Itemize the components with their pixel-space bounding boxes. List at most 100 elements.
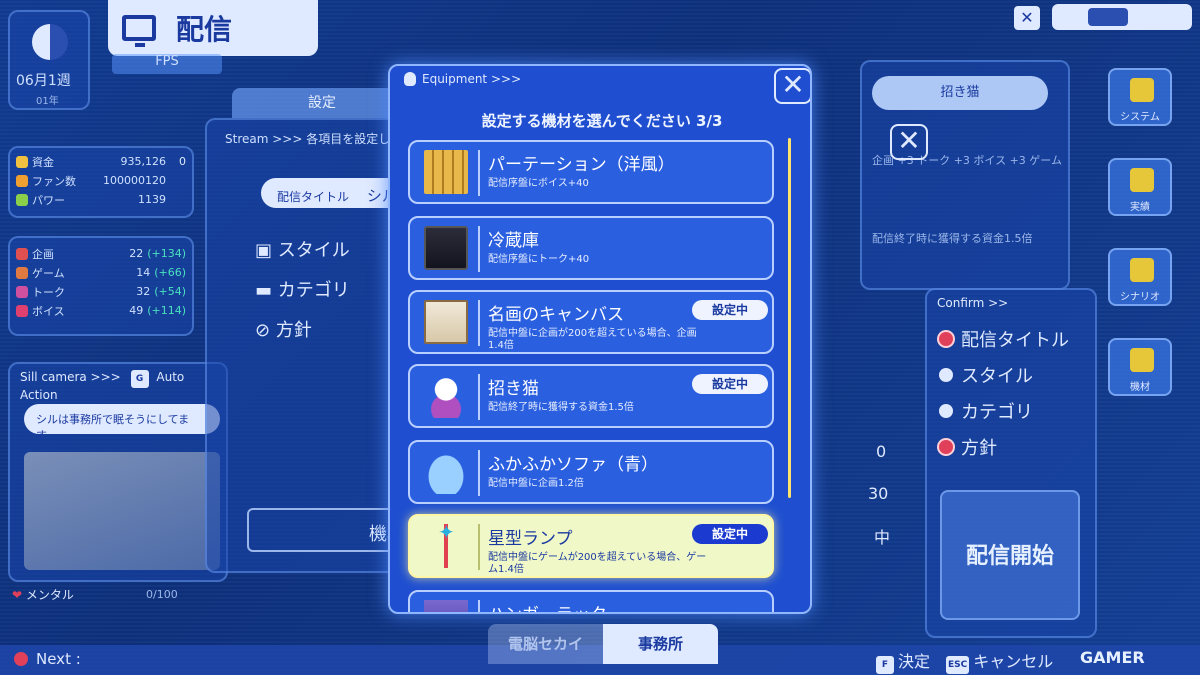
tab-settings[interactable]: 設定 bbox=[232, 88, 412, 118]
location-tabs: 電脳セカイ 事務所 bbox=[488, 624, 718, 664]
equipped-badge: 設定中 bbox=[692, 524, 768, 544]
power-value: 30 bbox=[868, 484, 889, 503]
equipment-side-button[interactable]: 機材 bbox=[1108, 338, 1172, 396]
broadcast-header: 配信 bbox=[108, 0, 318, 56]
param-label: トーク bbox=[32, 285, 65, 299]
item-name: 星型ランプ bbox=[488, 529, 573, 549]
stat-value: 100000120 bbox=[103, 174, 166, 187]
item-desc: 配信中盤に企画が200を超えている場合、企画1.4倍 bbox=[488, 328, 697, 351]
stat-label: パワー bbox=[32, 193, 65, 207]
equipment-item[interactable]: ふかふかソファ（青） 配信中盤に企画1.2倍 bbox=[408, 440, 774, 504]
param-row: 企画 22 (+134) bbox=[10, 244, 192, 263]
equipment-item[interactable]: 冷蔵庫 配信序盤にトーク+40 bbox=[408, 216, 774, 280]
detail-desc: 配信終了時に獲得する資金1.5倍 bbox=[872, 232, 1033, 245]
param-plus: (+54) bbox=[154, 285, 186, 298]
stat-extra: 0 bbox=[179, 155, 186, 168]
close-detail-button[interactable]: ✕ bbox=[890, 124, 928, 160]
mental-value: 0/100 bbox=[146, 588, 178, 601]
item-name: ハンガーラック bbox=[488, 600, 607, 612]
confirm-item: 配信タイトル bbox=[939, 326, 1083, 352]
item-name: 冷蔵庫 bbox=[488, 231, 539, 251]
confirm-item: カテゴリ bbox=[939, 398, 1083, 424]
tab-office[interactable]: 事務所 bbox=[603, 624, 718, 664]
param-value: 32 bbox=[136, 285, 151, 298]
fridge-icon bbox=[424, 226, 468, 270]
hanger-icon bbox=[424, 600, 468, 612]
confirm-hint[interactable]: F 決定 bbox=[876, 648, 930, 674]
star-lamp-icon bbox=[424, 520, 468, 568]
equipment-item[interactable]: パーテーション（洋風） 配信序盤にボイス+40 bbox=[408, 140, 774, 204]
watermark-logo: GAMER bbox=[1080, 648, 1145, 667]
item-desc: 配信中盤にゲームが200を超えている場合、ゲーム1.4倍 bbox=[488, 552, 707, 575]
selected-equipment-pill: 招き猫 bbox=[872, 76, 1048, 110]
pause-icon bbox=[1088, 8, 1128, 26]
param-row: ボイス 49 (+114) bbox=[10, 301, 192, 320]
stat-row: 資金 935,126 0 bbox=[10, 152, 192, 171]
fps-label: FPS bbox=[112, 54, 222, 74]
param-value: 22 bbox=[129, 247, 144, 260]
parameters-panel: 企画 22 (+134) ゲーム 14 (+66) トーク 32 (+54) ボ… bbox=[8, 236, 194, 336]
modal-header: Equipment >>> bbox=[404, 72, 521, 86]
voice-icon bbox=[16, 304, 28, 317]
category-option[interactable]: ▬ カテゴリ bbox=[255, 276, 350, 302]
equipment-item[interactable]: 招き猫 配信終了時に獲得する資金1.5倍 設定中 bbox=[408, 364, 774, 428]
equipment-item-selected[interactable]: 星型ランプ 配信中盤にゲームが200を超えている場合、ゲーム1.4倍 設定中 bbox=[408, 514, 774, 578]
check-dot-icon bbox=[939, 404, 953, 418]
camera-panel: Sill camera >>> G Auto Action シルは事務所で眠そう… bbox=[8, 362, 228, 582]
partition-icon bbox=[424, 150, 468, 194]
param-plus: (+114) bbox=[147, 304, 186, 317]
power-icon bbox=[16, 193, 28, 206]
item-desc: 配信中盤に企画1.2倍 bbox=[488, 478, 584, 489]
week-label: 06月1週 bbox=[16, 73, 71, 89]
param-value: 49 bbox=[129, 304, 144, 317]
fund-value: 0 bbox=[876, 442, 887, 461]
confirm-header: Confirm >> bbox=[937, 296, 1009, 310]
alert-dot-icon bbox=[14, 652, 28, 666]
item-name: ふかふかソファ（青） bbox=[488, 455, 658, 475]
stat-row: パワー 1139 bbox=[10, 190, 192, 209]
item-name: パーテーション（洋風） bbox=[488, 155, 675, 175]
equipment-item[interactable]: 名画のキャンバス 配信中盤に企画が200を超えている場合、企画1.4倍 設定中 bbox=[408, 290, 774, 354]
scrollbar[interactable] bbox=[788, 138, 791, 498]
style-option[interactable]: ▣ スタイル bbox=[255, 236, 350, 262]
mic-icon bbox=[1130, 348, 1154, 372]
item-desc: 配信終了時に獲得する資金1.5倍 bbox=[488, 402, 634, 413]
stat-label: 資金 bbox=[32, 155, 54, 169]
param-row: トーク 32 (+54) bbox=[10, 282, 192, 301]
param-label: ボイス bbox=[32, 304, 65, 318]
close-icon[interactable]: ✕ bbox=[1014, 6, 1040, 30]
year-label: 01年 bbox=[36, 96, 59, 107]
speed-control[interactable] bbox=[1052, 4, 1192, 30]
plan-icon bbox=[16, 247, 28, 260]
mental-label: ❤ メンタル bbox=[12, 588, 74, 602]
close-button[interactable]: ✕ bbox=[774, 68, 810, 104]
tab-cyberworld[interactable]: 電脳セカイ bbox=[488, 624, 603, 664]
fan-icon bbox=[16, 174, 28, 187]
policy-option[interactable]: ⊘ 方針 bbox=[255, 316, 312, 342]
item-desc: 配信序盤にボイス+40 bbox=[488, 178, 589, 189]
sofa-icon bbox=[424, 450, 468, 494]
param-value: 14 bbox=[136, 266, 151, 279]
equipment-item[interactable]: ハンガーラック bbox=[408, 590, 774, 612]
equipment-modal: Equipment >>> ✕ 設定する機材を選んでください 3/3 パーテーシ… bbox=[388, 64, 812, 614]
achievements-button[interactable]: 実績 bbox=[1108, 158, 1172, 216]
level-value: 中 bbox=[874, 528, 891, 547]
game-icon bbox=[16, 266, 28, 279]
camera-title: Sill camera >>> G Auto Action bbox=[20, 370, 185, 402]
confirm-item: 方針 bbox=[939, 434, 1083, 460]
scenario-button[interactable]: シナリオ bbox=[1108, 248, 1172, 306]
start-stream-button[interactable]: 配信開始 bbox=[940, 490, 1080, 620]
param-label: 企画 bbox=[32, 247, 54, 261]
key-hints: F 決定 ESC キャンセル bbox=[876, 648, 1053, 674]
cancel-hint[interactable]: ESC キャンセル bbox=[946, 648, 1053, 674]
stat-row: ファン数 100000120 bbox=[10, 171, 192, 190]
lucky-cat-icon bbox=[424, 374, 468, 418]
param-plus: (+134) bbox=[147, 247, 186, 260]
system-button[interactable]: システム bbox=[1108, 68, 1172, 126]
canvas-icon bbox=[424, 300, 468, 344]
next-indicator: Next : bbox=[14, 650, 81, 668]
item-name: 名画のキャンバス bbox=[488, 305, 624, 325]
modal-title: 設定する機材を選んでください 3/3 bbox=[481, 112, 723, 130]
param-plus: (+66) bbox=[154, 266, 186, 279]
item-name: 招き猫 bbox=[488, 379, 539, 399]
